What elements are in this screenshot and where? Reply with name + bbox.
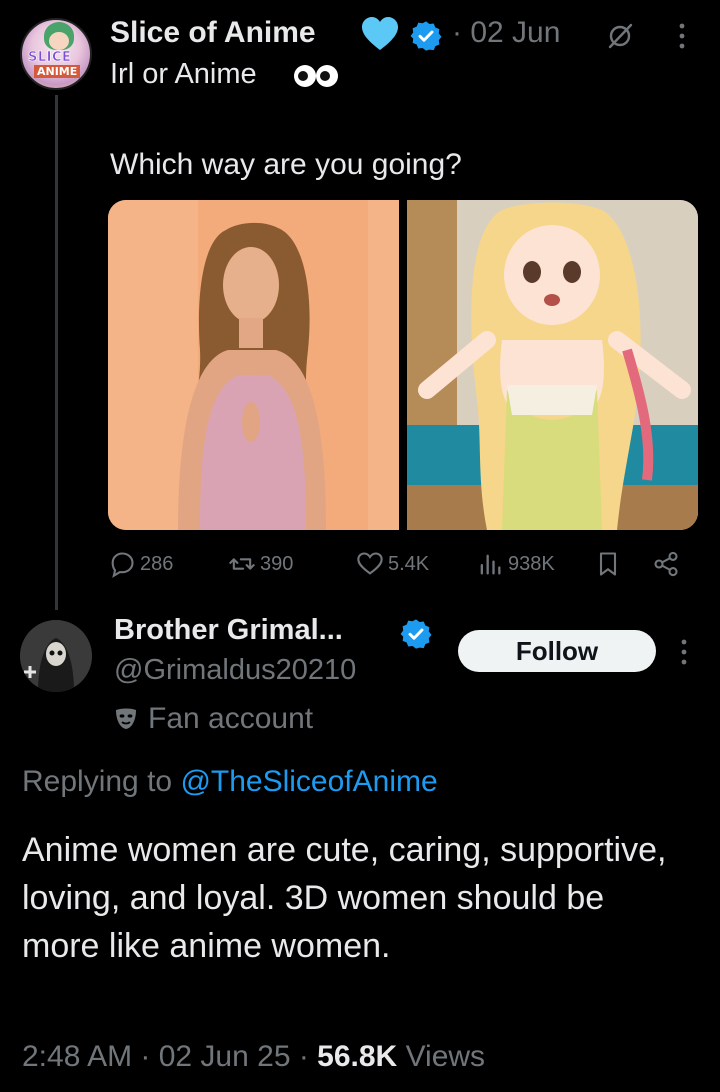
like-count: 5.4K xyxy=(388,552,430,575)
avatar-logo-text-top: SLICE xyxy=(28,50,72,66)
author-name[interactable]: Slice of Anime xyxy=(110,16,316,50)
more-vertical-icon[interactable] xyxy=(672,20,692,52)
share-icon xyxy=(654,551,678,577)
grok-icon[interactable] xyxy=(606,22,634,50)
reply-count: 286 xyxy=(140,552,174,575)
replying-mention-link[interactable]: @TheSliceofAnime xyxy=(180,765,437,798)
thread-line xyxy=(55,95,58,610)
blue-heart-icon xyxy=(362,17,398,50)
like-stat[interactable]: 5.4K xyxy=(356,550,429,578)
replying-prefix: Replying to xyxy=(22,765,181,798)
reply-author-name[interactable]: Brother Grimal... xyxy=(114,614,343,647)
like-icon xyxy=(357,552,383,575)
reply-stat[interactable]: 286 xyxy=(108,550,173,578)
views-icon xyxy=(480,554,501,575)
retweet-stat[interactable]: 390 xyxy=(228,550,293,578)
author-bio-line: Irl or Anime xyxy=(110,58,257,90)
photo-figure xyxy=(108,200,399,530)
avatar-face xyxy=(49,32,69,50)
skull-avatar xyxy=(20,620,92,692)
verified-badge-icon xyxy=(400,619,432,649)
tweet-media[interactable] xyxy=(108,200,698,530)
tweet-date[interactable]: · 02 Jun xyxy=(452,16,560,50)
more-vertical-icon[interactable] xyxy=(674,636,694,668)
reply-meta: 2:48 AM · 02 Jun 25 · 56.8K Views xyxy=(22,1040,485,1074)
views-count: 938K xyxy=(508,552,555,575)
follow-button[interactable]: Follow xyxy=(458,630,656,672)
share-button[interactable] xyxy=(652,550,680,578)
media-image-anime[interactable] xyxy=(407,200,698,530)
bookmark-icon xyxy=(599,552,617,576)
fan-account-label: Fan account xyxy=(148,702,314,735)
reply-views-count: 56.8K xyxy=(317,1040,398,1073)
eyes-icon xyxy=(294,65,338,87)
avatar-logo-text-bottom: ANIME xyxy=(34,65,81,78)
tweet-stats-bar: 286 390 5.4K 938K xyxy=(108,550,698,586)
replying-to: Replying to @TheSliceofAnime xyxy=(22,765,438,799)
reply-text: Anime women are cute, caring, supportive… xyxy=(22,831,667,965)
media-photo-irl[interactable] xyxy=(108,200,399,530)
tweet-text: Which way are you going? xyxy=(110,148,462,181)
retweet-icon xyxy=(229,558,255,570)
anime-figure xyxy=(407,200,698,530)
author-avatar[interactable]: SLICE ANIME xyxy=(20,18,92,90)
theater-mask-icon xyxy=(116,708,136,729)
reply-author-handle[interactable]: @Grimaldus20210 xyxy=(114,654,356,687)
retweet-count: 390 xyxy=(260,552,294,575)
reply-icon xyxy=(111,552,134,578)
reply-author-avatar[interactable] xyxy=(20,620,92,692)
fan-account-badge: Fan account xyxy=(114,702,313,736)
views-stat[interactable]: 938K xyxy=(476,550,555,578)
bookmark-button[interactable] xyxy=(594,550,622,578)
reply-views-label: Views xyxy=(397,1040,486,1073)
reply-timestamp[interactable]: 2:48 AM · 02 Jun 25 · xyxy=(22,1040,317,1073)
verified-badge-icon xyxy=(410,21,442,51)
